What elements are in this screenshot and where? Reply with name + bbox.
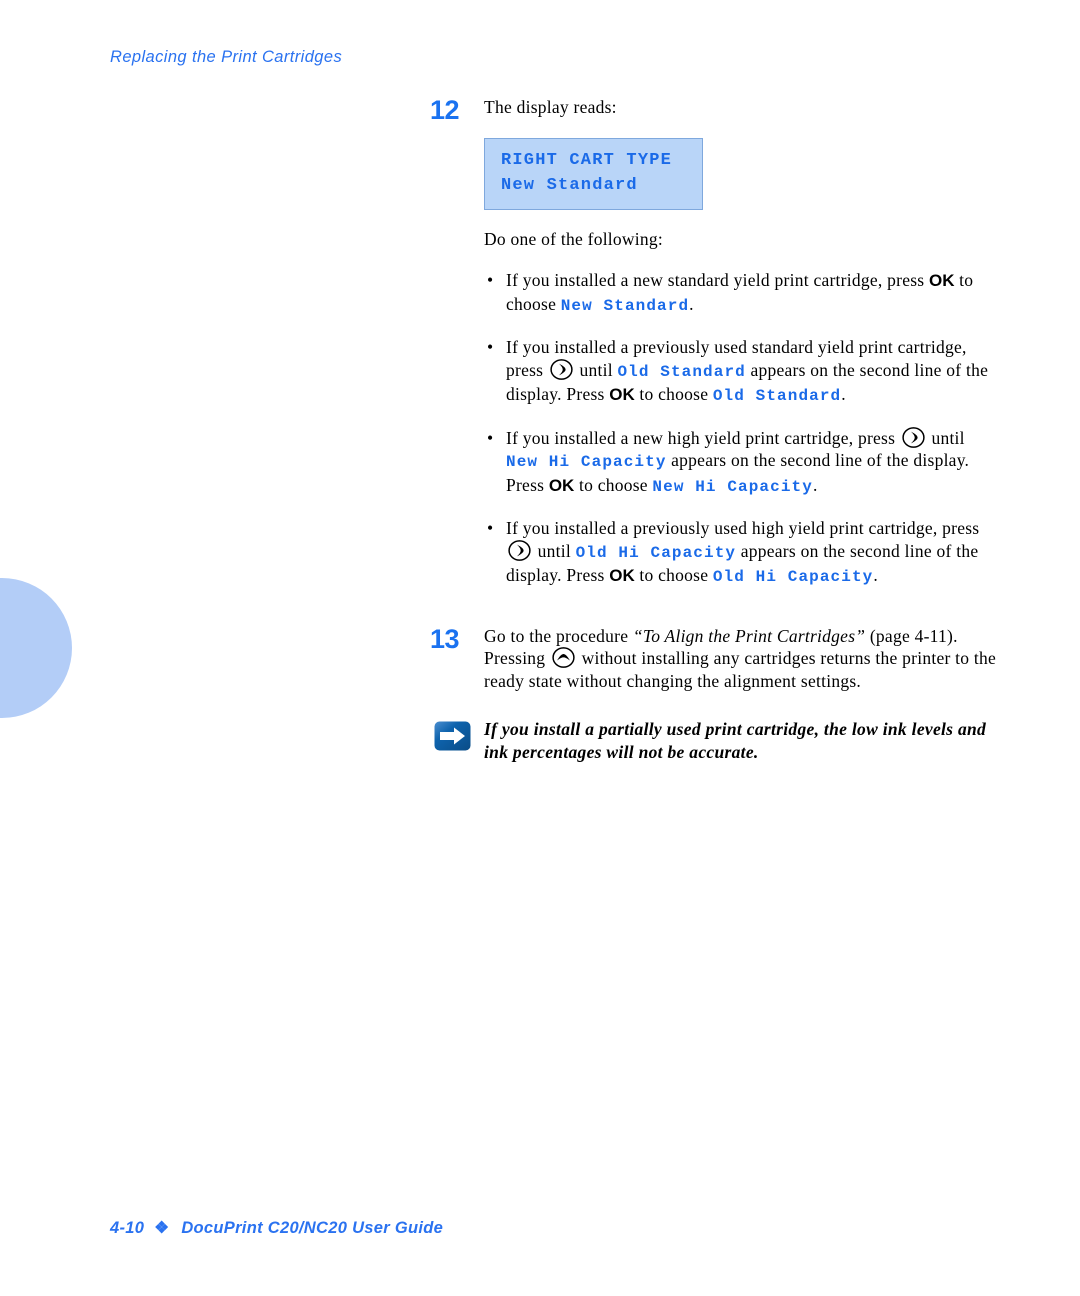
note-text: If you install a partially used print ca… (484, 719, 987, 762)
body-text-run: to choose (574, 474, 653, 495)
step-12: 12 The display reads: RIGHT CART TYPE Ne… (430, 96, 1000, 589)
note-callout: If you install a partially used print ca… (430, 718, 1000, 763)
step-12-number: 12 (430, 95, 460, 125)
right-arrow-button-icon (550, 358, 573, 380)
lcd-value-inline: New Hi Capacity (506, 453, 667, 471)
ok-key-label: OK (548, 475, 575, 495)
step-12-intro: The display reads: (484, 97, 617, 117)
body-text-run: . (689, 293, 694, 314)
lcd-display-box: RIGHT CART TYPE New Standard (484, 137, 703, 210)
step-12-do-one-of-following: Do one of the following: (484, 228, 664, 249)
footer-guide-title: DocuPrint C20/NC20 User Guide (181, 1219, 444, 1237)
bullet-item: • If you installed a previously used high… (484, 517, 1000, 589)
lcd-value-inline: New Hi Capacity (652, 477, 813, 496)
bullet-text: If you installed a new standard yield pr… (506, 270, 973, 315)
body-text-run: to choose (634, 384, 713, 404)
bullet-item: • If you installed a new high yield print… (484, 426, 1000, 499)
chapter-thumb-tab (0, 578, 72, 718)
right-arrow-button-icon (508, 539, 531, 561)
page-footer: 4-10 ❖ DocuPrint C20/NC20 User Guide (110, 1218, 443, 1238)
body-text-run: . (873, 565, 878, 585)
body-text-run: If you installed a new high yield print … (506, 427, 900, 448)
bullet-dot-icon: • (487, 337, 494, 357)
ok-key-label: OK (609, 566, 635, 585)
body-text-run: . (841, 384, 846, 404)
step-13-number: 13 (430, 623, 460, 654)
lcd-value-inline: New Standard (560, 296, 690, 315)
bullet-dot-icon: • (487, 270, 494, 290)
lcd-value-inline: Old Hi Capacity (575, 543, 737, 562)
bullet-item: • If you installed a previously used stan… (484, 336, 1000, 408)
body-text-run: . (812, 474, 818, 495)
bullet-text: If you installed a previously used stand… (506, 337, 988, 405)
procedure-reference: “To Align the Print Cartridges” (632, 625, 866, 646)
bullet-dot-icon: • (487, 518, 494, 538)
note-arrow-icon (434, 721, 471, 751)
body-text-run: If you installed a new standard yield pr… (506, 270, 929, 290)
bullet-item: • If you installed a new standard yield p… (484, 269, 1000, 317)
body-text-run: If you installed a previously used high … (506, 518, 980, 538)
up-arrow-button-icon (552, 647, 575, 668)
step-13-body: Go to the procedure “To Align the Print … (484, 625, 1000, 693)
body-text-run: until (926, 427, 965, 448)
bullet-text: If you installed a new high yield print … (506, 426, 969, 496)
body-text-run: to choose (634, 565, 713, 585)
lcd-value-inline: Old Standard (712, 387, 842, 405)
body-text-run: until (533, 540, 576, 561)
step-13: 13 Go to the procedure “To Align the Pri… (430, 625, 1000, 693)
step-12-bullet-list: • If you installed a new standard yield p… (484, 269, 1000, 589)
lcd-line-2: New Standard (501, 175, 638, 195)
lcd-value-inline: Old Hi Capacity (712, 568, 874, 586)
page-content: 12 The display reads: RIGHT CART TYPE Ne… (430, 96, 1000, 763)
footer-diamond-icon: ❖ (154, 1219, 170, 1237)
bullet-text: If you installed a previously used high … (506, 518, 980, 586)
running-header: Replacing the Print Cartridges (110, 48, 343, 66)
bullet-dot-icon: • (487, 427, 494, 448)
ok-key-label: OK (928, 271, 955, 290)
lcd-value-inline: Old Standard (617, 362, 746, 381)
right-arrow-button-icon (902, 426, 925, 448)
lcd-line-1: RIGHT CART TYPE (501, 150, 673, 170)
body-text-run: Go to the procedure (484, 625, 633, 646)
ok-key-label: OK (609, 385, 635, 404)
body-text-run: until (574, 359, 618, 380)
footer-page-number: 4-10 (110, 1219, 145, 1237)
